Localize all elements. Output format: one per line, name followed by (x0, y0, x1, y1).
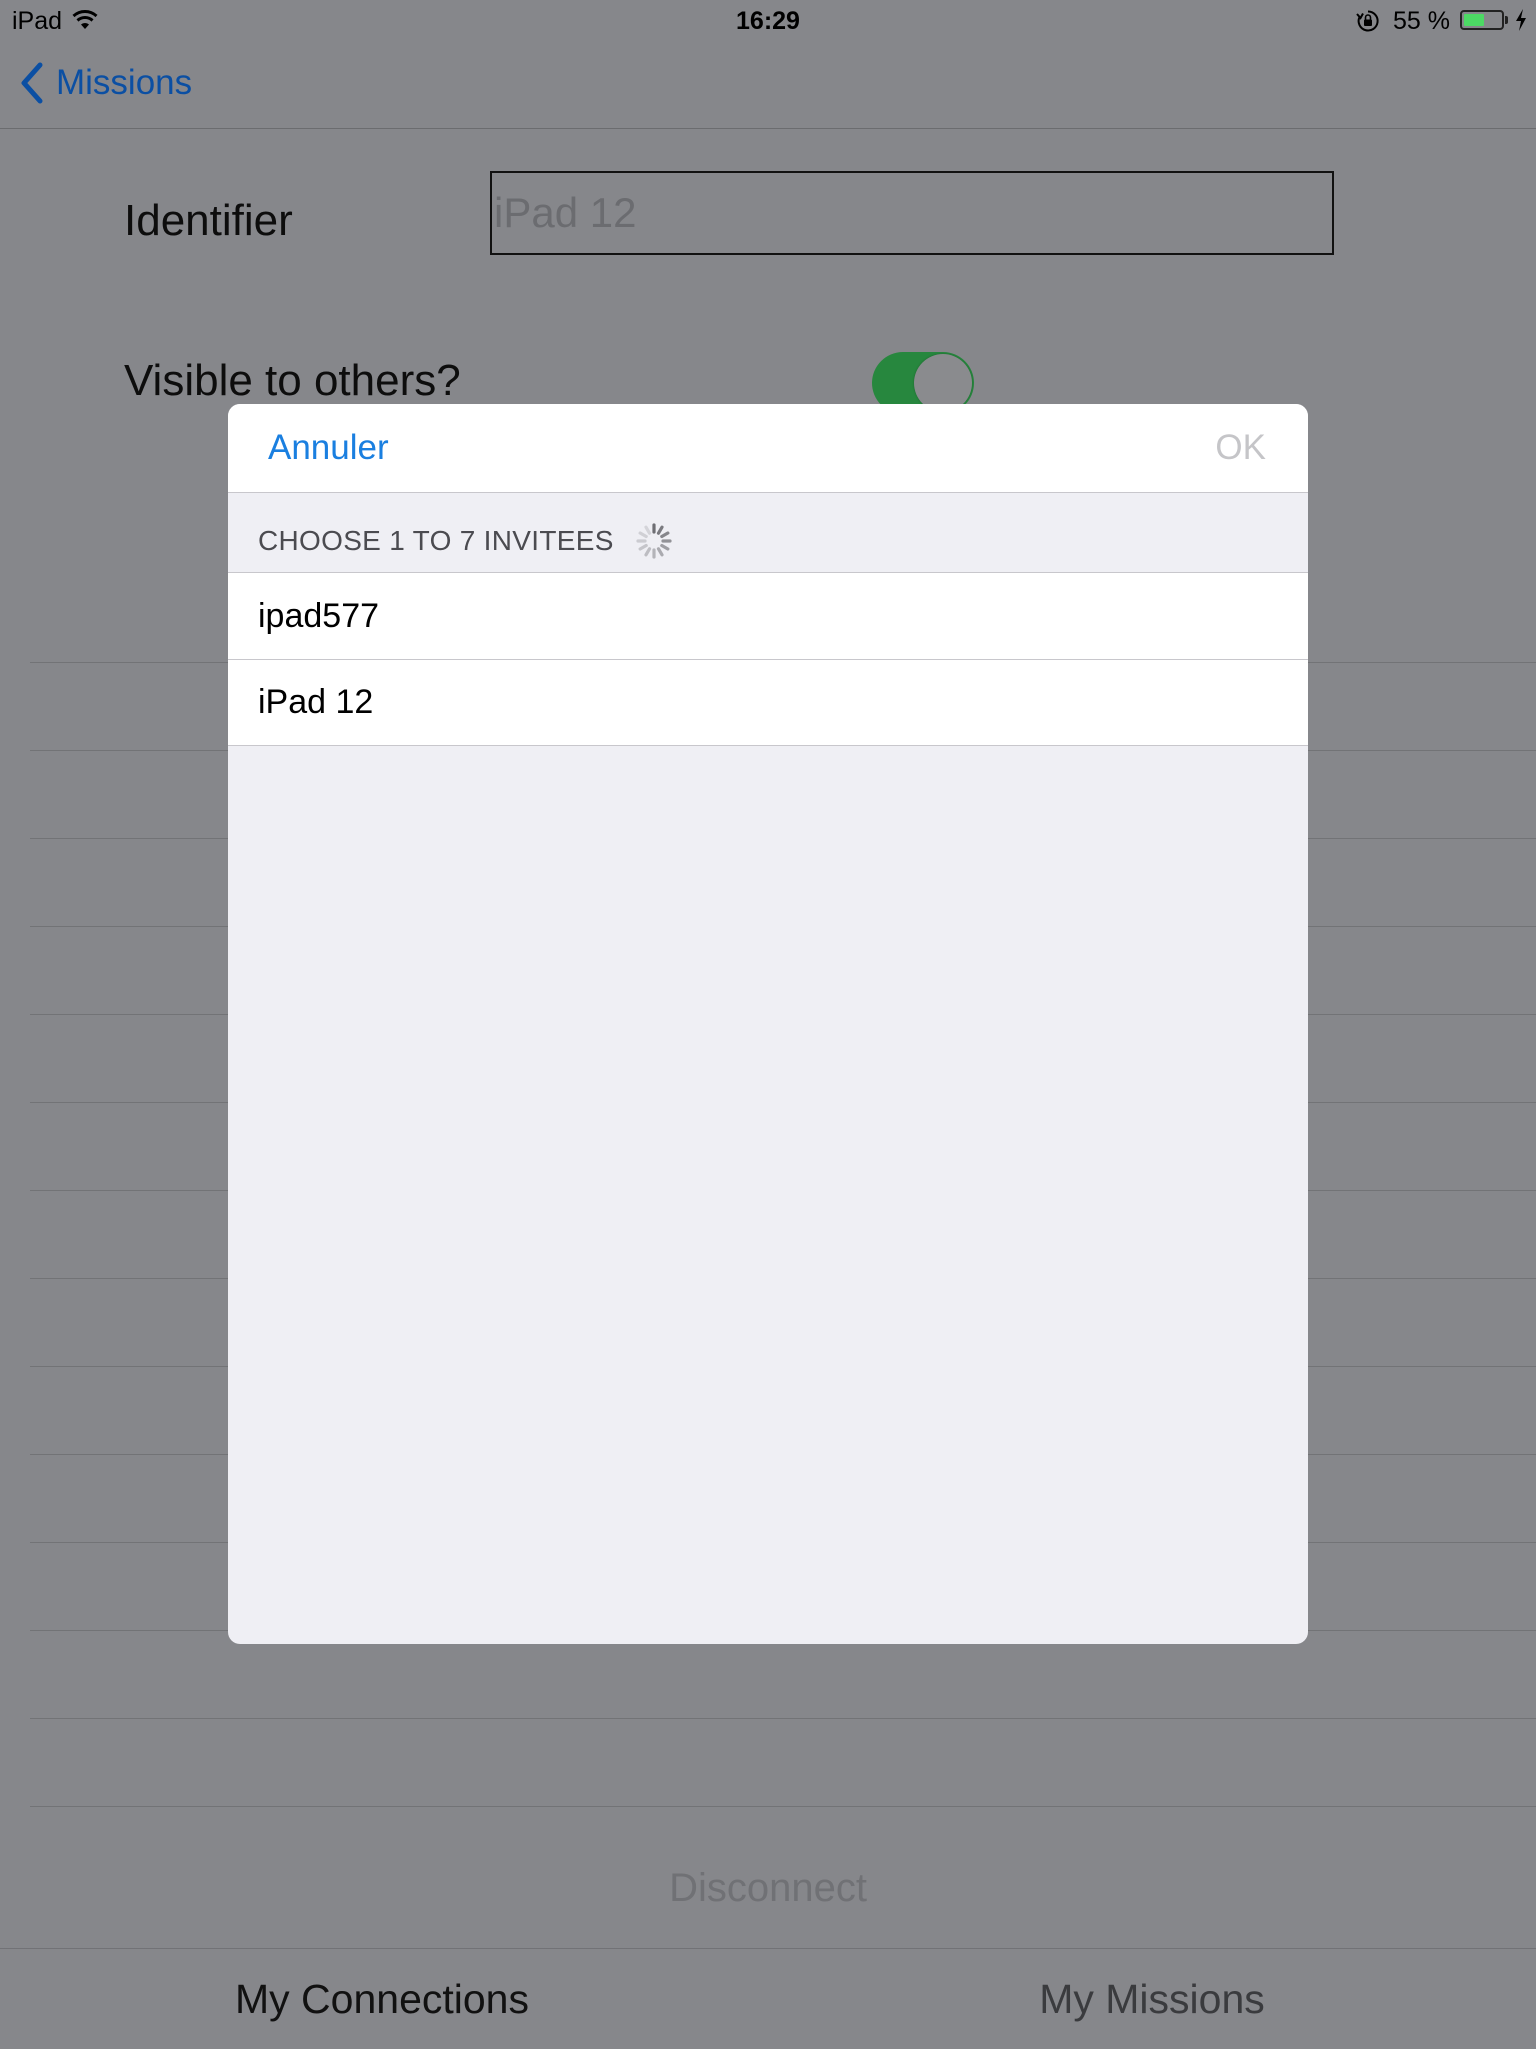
navigation-bar: Missions (0, 40, 1536, 129)
ok-button[interactable]: OK (1215, 428, 1266, 468)
battery-level-fill (1464, 14, 1484, 26)
tab-bar: My Connections My Missions (0, 1948, 1536, 2049)
invitee-row[interactable]: ipad577 (228, 573, 1308, 659)
invitee-name: iPad 12 (258, 682, 374, 721)
battery-icon (1460, 10, 1504, 30)
tab-my-missions[interactable]: My Missions (910, 1949, 1394, 2049)
table-divider (30, 1806, 1536, 1807)
invitee-row[interactable]: iPad 12 (228, 659, 1308, 745)
table-divider (30, 1718, 1536, 1719)
section-header-label: CHOOSE 1 TO 7 INVITEES (258, 525, 614, 556)
invitee-name: ipad577 (258, 596, 380, 635)
battery-percent: 55 % (1393, 7, 1450, 35)
loading-spinner-icon (636, 523, 672, 559)
back-button[interactable]: Missions (20, 60, 192, 106)
modal-header: Annuler OK (228, 404, 1308, 493)
visible-to-others-label: Visible to others? (124, 356, 461, 405)
invitee-list: ipad577 iPad 12 (228, 572, 1308, 746)
status-time: 16:29 (736, 7, 800, 35)
identifier-label: Identifier (124, 196, 293, 245)
cancel-button[interactable]: Annuler (268, 428, 389, 468)
orientation-lock-icon (1356, 10, 1379, 32)
chevron-left-icon (21, 62, 43, 104)
back-button-label: Missions (56, 63, 193, 102)
disconnect-button[interactable]: Disconnect (0, 1866, 1536, 1911)
status-bar: iPad 16:29 55 % (0, 0, 1536, 40)
section-header: CHOOSE 1 TO 7 INVITEES (258, 521, 674, 561)
tab-my-connections[interactable]: My Connections (140, 1949, 624, 2049)
invitee-picker-modal: Annuler OK CHOOSE 1 TO 7 INVITEES ipad57… (228, 404, 1308, 1644)
identifier-input[interactable] (492, 173, 1332, 253)
identifier-field[interactable] (490, 171, 1334, 255)
battery-nub (1505, 16, 1508, 24)
charging-bolt-icon (1516, 9, 1526, 31)
